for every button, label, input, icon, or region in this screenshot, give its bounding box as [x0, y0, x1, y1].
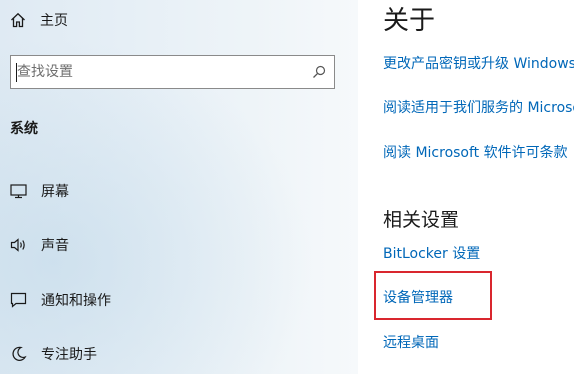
- content-pane: 关于 更改产品密钥或升级 Windows 阅读适用于我们服务的 Microsof…: [358, 0, 574, 374]
- navigation-pane: 主页 系统 屏幕: [0, 0, 358, 374]
- link-bitlocker-settings[interactable]: BitLocker 设置: [383, 243, 480, 263]
- nav-item-label: 专注助手: [41, 347, 97, 363]
- settings-window: 主页 系统 屏幕: [0, 0, 574, 374]
- nav-item-label: 声音: [41, 238, 69, 254]
- link-remote-desktop[interactable]: 远程桌面: [383, 332, 439, 352]
- monitor-icon: [10, 183, 27, 199]
- annotation-highlight-box: [374, 271, 492, 320]
- text-caret: [16, 63, 17, 82]
- home-icon: [10, 12, 26, 28]
- notification-icon: [10, 292, 27, 308]
- nav-home-label: 主页: [40, 13, 68, 29]
- search-input[interactable]: [11, 56, 304, 88]
- link-change-product-key[interactable]: 更改产品密钥或升级 Windows: [383, 53, 574, 73]
- section-title-system: 系统: [10, 121, 38, 137]
- nav-item-label: 屏幕: [41, 184, 69, 200]
- nav-item-sound[interactable]: 声音: [10, 233, 69, 257]
- search-box[interactable]: [10, 55, 335, 89]
- related-settings-title: 相关设置: [383, 209, 460, 231]
- search-icon[interactable]: [304, 56, 334, 88]
- nav-item-display[interactable]: 屏幕: [10, 179, 69, 203]
- nav-item-focus-assist[interactable]: 专注助手: [10, 342, 97, 366]
- page-title: 关于: [383, 6, 436, 36]
- nav-home[interactable]: 主页: [10, 8, 68, 32]
- link-license-terms[interactable]: 阅读 Microsoft 软件许可条款: [383, 142, 568, 162]
- speaker-icon: [10, 237, 27, 253]
- nav-item-notifications[interactable]: 通知和操作: [10, 288, 111, 312]
- link-services-agreement[interactable]: 阅读适用于我们服务的 Microsoft 服务协议: [383, 97, 574, 117]
- focus-assist-icon: [10, 346, 27, 362]
- nav-item-label: 通知和操作: [41, 293, 111, 309]
